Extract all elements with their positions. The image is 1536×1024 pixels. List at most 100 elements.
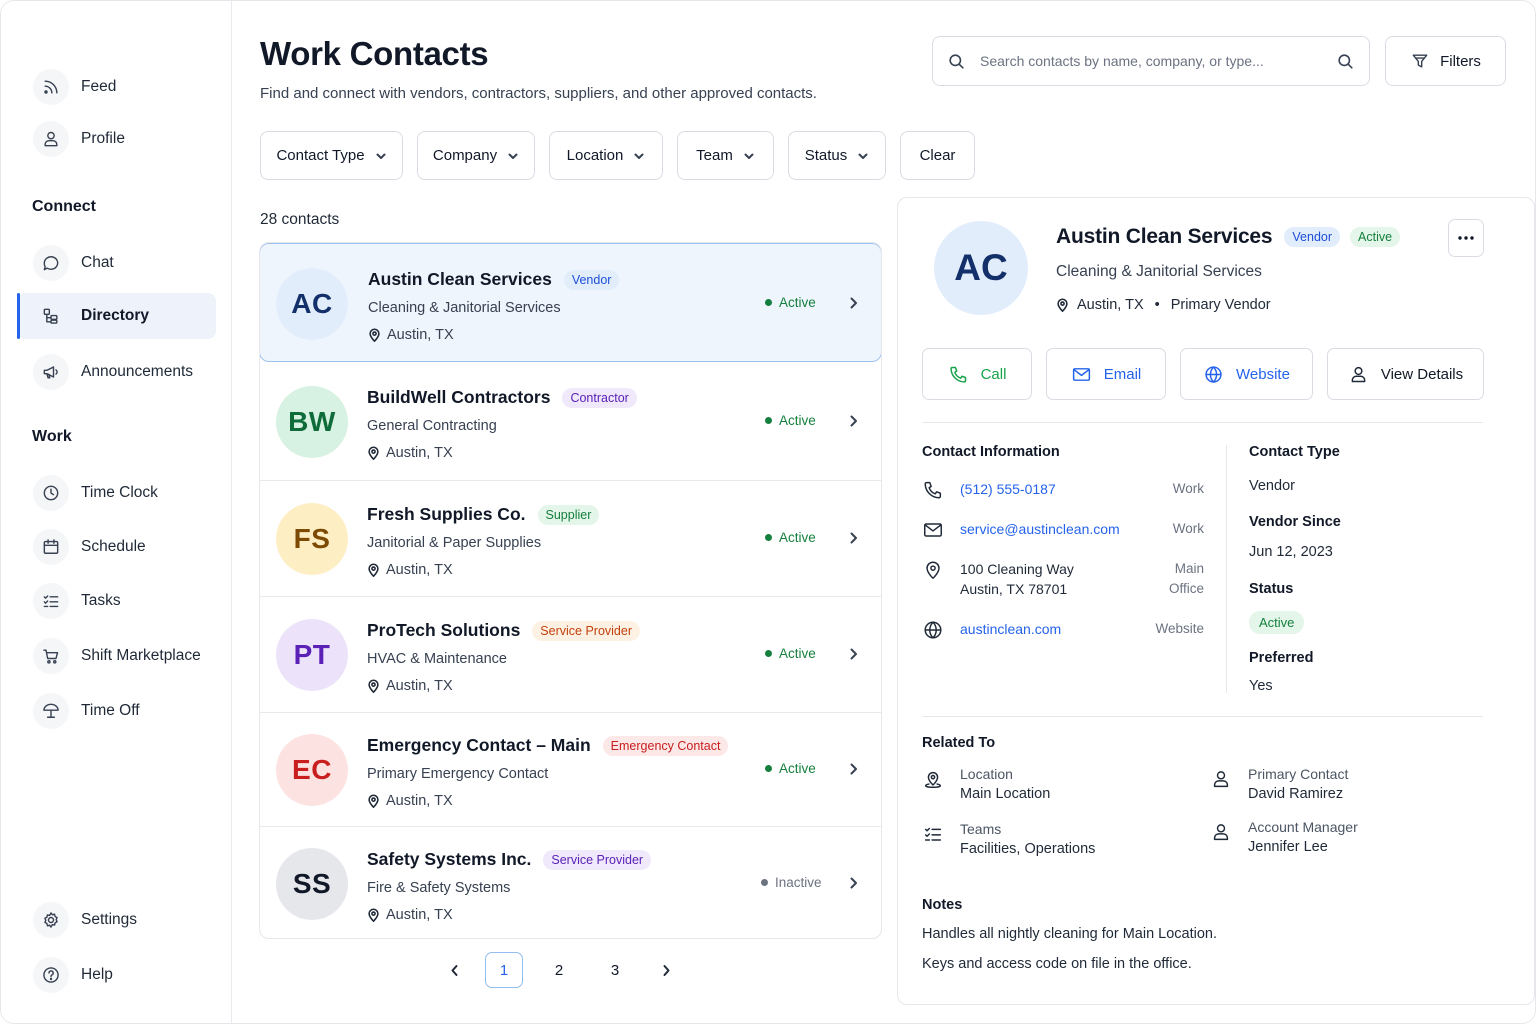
- chevron-right-icon: [850, 532, 857, 544]
- sidebar-item-schedule[interactable]: Schedule: [17, 524, 216, 570]
- page-button-1[interactable]: 1: [485, 952, 523, 988]
- contact-row-emergency-contact[interactable]: EC Emergency Contact – Main Emergency Cont…: [260, 713, 881, 827]
- status-dot: [765, 417, 772, 424]
- sidebar-item-label: Tasks: [81, 592, 121, 609]
- umbrella-icon: [33, 693, 69, 729]
- contact-location-text: Austin, TX: [386, 678, 453, 694]
- chevron-down-icon: [744, 153, 754, 159]
- clear-filters-button[interactable]: Clear: [900, 131, 975, 180]
- contact-list: AC Austin Clean Services Vendor Cleaning & …: [259, 242, 882, 939]
- account-manager-value[interactable]: Jennifer Lee: [1248, 839, 1328, 855]
- location-pin-icon: [368, 908, 379, 922]
- contact-status-text: Active: [779, 295, 816, 310]
- filter-status[interactable]: Status: [788, 131, 886, 180]
- globe-icon: [924, 621, 942, 639]
- filter-company[interactable]: Company: [417, 131, 535, 180]
- filter-contact-type[interactable]: Contact Type: [260, 131, 403, 180]
- contact-name: Emergency Contact – Main: [367, 735, 591, 755]
- primary-contact-label: Primary Contact: [1248, 766, 1349, 782]
- email-button[interactable]: Email: [1046, 348, 1166, 400]
- contact-location: Austin, TX: [367, 445, 453, 461]
- help-icon: [33, 957, 69, 993]
- filter-location[interactable]: Location: [549, 131, 663, 180]
- contact-row-austin-clean[interactable]: AC Austin Clean Services Vendor Cleaning & …: [260, 243, 881, 362]
- user-icon: [1213, 771, 1229, 788]
- search-submit-icon[interactable]: [1336, 52, 1355, 71]
- sidebar-item-time-clock[interactable]: Time Clock: [17, 470, 216, 516]
- contact-name-line: Safety Systems Inc. Service Provider: [367, 849, 652, 870]
- contact-row-protech[interactable]: PT ProTech Solutions Service Provider HVAC …: [260, 597, 881, 713]
- sidebar-item-feed[interactable]: Feed: [17, 64, 216, 110]
- sidebar-item-chat[interactable]: Chat: [17, 240, 216, 286]
- location-pin-icon: [368, 679, 379, 693]
- contact-category: Primary Emergency Contact: [367, 766, 549, 782]
- contact-status-text: Active: [779, 646, 816, 661]
- sidebar-item-time-off[interactable]: Time Off: [17, 688, 216, 734]
- view-details-button[interactable]: View Details: [1327, 348, 1484, 400]
- sidebar-item-label: Time Off: [81, 702, 140, 719]
- website-label: Website: [1236, 365, 1290, 383]
- contact-row-fresh-supplies[interactable]: FS Fresh Supplies Co. Supplier Janitorial &…: [260, 481, 881, 597]
- sidebar-item-shift-marketplace[interactable]: Shift Marketplace: [17, 633, 216, 679]
- sidebar-item-tasks[interactable]: Tasks: [17, 578, 216, 624]
- sidebar-item-profile[interactable]: Profile: [17, 116, 216, 162]
- sidebar-item-announcements[interactable]: Announcements: [17, 349, 216, 395]
- checklist-icon: [33, 583, 69, 619]
- call-button[interactable]: Call: [922, 348, 1032, 400]
- contact-status: Active: [765, 295, 816, 310]
- note-line: Handles all nightly cleaning for Main Lo…: [922, 926, 1218, 942]
- sidebar-item-label: Chat: [81, 254, 114, 271]
- checklist-icon: [924, 827, 942, 841]
- filters-button[interactable]: Filters: [1385, 36, 1506, 86]
- contact-row-safety-systems[interactable]: SS Safety Systems Inc. Service Provider Fir…: [260, 827, 881, 938]
- cart-icon: [33, 638, 69, 674]
- chevron-down-icon: [858, 153, 868, 159]
- chevron-right-icon: [663, 964, 669, 976]
- contact-type-badge: Emergency Contact: [602, 735, 729, 756]
- filter-label: Company: [432, 147, 498, 164]
- chevron-down-icon: [508, 153, 518, 159]
- preferred-label: Preferred: [1249, 650, 1314, 666]
- next-page-button[interactable]: [647, 952, 685, 988]
- contact-avatar: PT: [276, 619, 348, 691]
- website-link[interactable]: austinclean.com: [960, 619, 1061, 639]
- contact-status: Inactive: [761, 875, 822, 890]
- vendor-since-value: Jun 12, 2023: [1249, 544, 1333, 560]
- contacts-count: 28 contacts: [260, 211, 340, 228]
- primary-contact-value[interactable]: David Ramirez: [1248, 786, 1343, 802]
- page-button-2[interactable]: 2: [540, 952, 578, 988]
- chevron-right-icon: [850, 415, 857, 427]
- mail-icon: [1072, 367, 1090, 381]
- related-account-manager: Account Manager Jennifer Lee: [1210, 819, 1460, 863]
- contact-row-buildwell[interactable]: BW BuildWell Contractors Contractor General…: [260, 362, 881, 481]
- email-link[interactable]: service@austinclean.com: [960, 519, 1120, 539]
- search-icon: [949, 53, 964, 69]
- sidebar-item-help[interactable]: Help: [17, 952, 216, 998]
- contact-location-text: Austin, TX: [386, 793, 453, 809]
- contact-category: HVAC & Maintenance: [367, 651, 507, 667]
- sidebar-item-directory[interactable]: Directory: [17, 293, 216, 339]
- contact-location: Austin, TX: [367, 562, 453, 578]
- website-button[interactable]: Website: [1180, 348, 1313, 400]
- status-dot: [761, 879, 768, 886]
- filter-team[interactable]: Team: [677, 131, 774, 180]
- phone-row: (512) 555-0187 Work: [922, 479, 1204, 503]
- user-icon: [1213, 824, 1229, 841]
- search-input[interactable]: [980, 53, 1336, 69]
- prev-page-button[interactable]: [435, 952, 473, 988]
- related-teams: Teams Facilities, Operations: [922, 821, 1182, 865]
- related-teams-value[interactable]: Facilities, Operations: [960, 841, 1095, 857]
- contact-avatar: FS: [276, 503, 348, 575]
- note-line: Keys and access code on file in the offi…: [922, 956, 1192, 972]
- contact-location-text: Austin, TX: [386, 562, 453, 578]
- page-button-3[interactable]: 3: [596, 952, 634, 988]
- contact-name-line: Emergency Contact – Main Emergency Contac…: [367, 735, 729, 756]
- phone-link[interactable]: (512) 555-0187: [960, 479, 1056, 499]
- contact-status: Active: [765, 646, 816, 661]
- sidebar-item-settings[interactable]: Settings: [17, 897, 216, 943]
- filters-button-label: Filters: [1440, 52, 1481, 70]
- related-location-value[interactable]: Main Location: [960, 786, 1050, 802]
- contact-type-value: Vendor: [1249, 478, 1295, 494]
- more-options-button[interactable]: [1448, 219, 1484, 257]
- related-primary-contact: Primary Contact David Ramirez: [1210, 766, 1460, 810]
